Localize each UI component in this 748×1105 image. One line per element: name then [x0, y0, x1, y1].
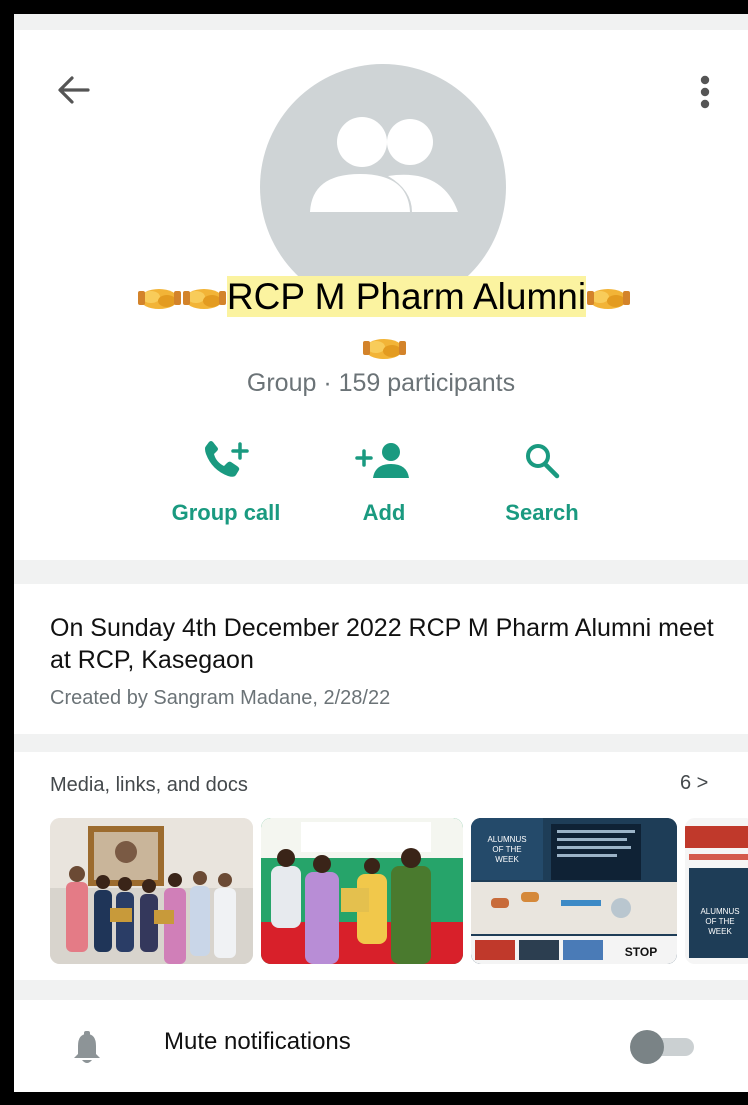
handshake-emoji — [362, 339, 406, 359]
award-photo-outdoor — [261, 818, 463, 964]
mute-toggle[interactable] — [630, 1030, 664, 1064]
handshake-emoji — [137, 289, 181, 309]
group-name: RCP M Pharm Alumni — [54, 272, 714, 372]
description-created-by: Created by Sangram Madane, 2/28/22 — [50, 687, 391, 709]
award-photo — [50, 818, 253, 964]
bell-icon — [74, 1031, 100, 1063]
group-name-text: RCP M Pharm Alumni — [226, 276, 587, 317]
group-description-card[interactable]: On Sunday 4th December 2022 RCP M Pharm … — [14, 584, 748, 734]
add-person-icon — [355, 443, 409, 478]
arrow-left-icon[interactable] — [54, 72, 94, 108]
more-vertical-icon[interactable] — [690, 70, 720, 120]
search-icon — [526, 444, 560, 479]
add-participant-button[interactable]: Add — [294, 440, 474, 526]
search-label: Search — [505, 500, 579, 525]
media-thumbnail[interactable]: ALUMNUS OF THE WEEK — [685, 818, 748, 964]
svg-text:WEEK: WEEK — [708, 927, 732, 936]
screenshot-frame: RCP M Pharm Alumni Group · 159 participa… — [0, 0, 748, 1105]
add-call-icon — [205, 441, 249, 477]
alumnus-of-the-week-poster-2: ALUMNUS OF THE WEEK — [685, 818, 748, 964]
media-count-link[interactable]: 6 > — [680, 772, 708, 795]
media-links-docs-card: Media, links, and docs 6 > ALUMNUS OF TH… — [14, 752, 748, 980]
media-thumbnail[interactable]: ALUMNUS OF THE WEEK — [471, 818, 677, 964]
group-info-screen: RCP M Pharm Alumni Group · 159 participa… — [14, 14, 748, 1092]
group-participants-info: Group · 159 participants — [246, 369, 516, 397]
group-call-button[interactable]: Group call — [136, 440, 316, 526]
group-header-card: RCP M Pharm Alumni Group · 159 participa… — [14, 30, 748, 560]
handshake-emoji — [182, 289, 226, 309]
search-button[interactable]: Search — [452, 440, 632, 526]
group-description: On Sunday 4th December 2022 RCP M Pharm … — [50, 614, 714, 674]
notification-settings-card: Mute notifications — [14, 1000, 748, 1092]
mute-notifications-label[interactable]: Mute notifications — [164, 1028, 351, 1056]
svg-text:WEEK: WEEK — [495, 855, 519, 864]
alumnus-of-the-week-poster: ALUMNUS OF THE WEEK STOP — [471, 818, 677, 964]
group-call-label: Group call — [171, 500, 281, 525]
svg-text:ALUMNUS: ALUMNUS — [700, 907, 739, 916]
add-label: Add — [362, 500, 406, 525]
svg-text:OF THE: OF THE — [492, 845, 521, 854]
handshake-emoji — [587, 289, 631, 309]
svg-text:ALUMNUS: ALUMNUS — [487, 835, 526, 844]
media-section-title[interactable]: Media, links, and docs — [50, 774, 248, 797]
svg-text:OF THE: OF THE — [705, 917, 734, 926]
svg-text:STOP: STOP — [625, 945, 657, 959]
media-thumbnail[interactable] — [261, 818, 463, 964]
media-thumbnail[interactable] — [50, 818, 253, 964]
